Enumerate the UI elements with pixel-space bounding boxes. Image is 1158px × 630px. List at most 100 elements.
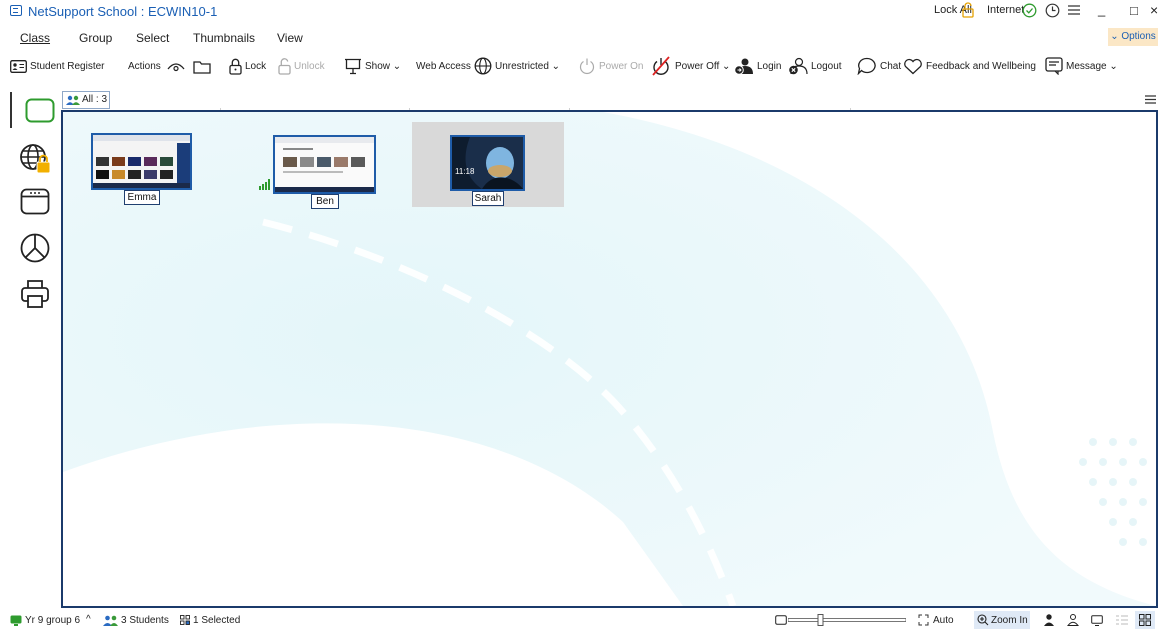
sarah-screen-preview: 11:18 [450, 135, 525, 191]
power-off-icon [652, 56, 670, 76]
workspace-menu-icon[interactable] [1145, 95, 1156, 104]
user-outline-icon[interactable] [1067, 614, 1079, 626]
folder-icon[interactable] [193, 59, 211, 74]
message-button[interactable]: Message ⌄ [1045, 52, 1118, 80]
group-name[interactable]: Yr 9 group 6 [25, 615, 80, 626]
logout-user-icon [789, 57, 808, 75]
lock-icon [229, 58, 242, 75]
close-button[interactable]: × [1150, 2, 1158, 18]
heart-icon [904, 58, 922, 74]
power-on-icon [579, 58, 595, 75]
emma-screen-preview [91, 133, 192, 190]
all-students-tab[interactable]: All : 3 [62, 91, 110, 109]
status-bar: Yr 9 group 6 ^ 3 Students 1 Selected Aut… [0, 610, 1158, 630]
zoom-in-icon [977, 614, 989, 626]
menu-select[interactable]: Select [136, 31, 169, 45]
id-card-icon [10, 59, 27, 73]
show-label: Show ⌄ [365, 60, 402, 72]
login-label: Login [757, 60, 782, 72]
maximize-button[interactable]: □ [1130, 3, 1138, 18]
power-on-label: Power On [599, 60, 644, 72]
globe-icon [474, 57, 492, 75]
unlock-label: Unlock [294, 60, 325, 72]
rail-active-indicator [10, 92, 12, 128]
menu-icon[interactable] [1068, 5, 1080, 15]
monitor-view-icon[interactable] [25, 98, 55, 124]
toolbar: Student Register Actions Lock Unlock Sho… [0, 52, 1158, 128]
classroom-canvas[interactable]: Emma Ben 11:18 Sarah [61, 110, 1158, 608]
group-green-icon [10, 615, 22, 626]
all-students-label: All : 3 [82, 94, 108, 105]
app-icon [10, 5, 22, 16]
students-count-icon [103, 615, 118, 626]
ben-screen-preview [273, 135, 376, 194]
signal-strength-icon [259, 179, 270, 190]
printer-icon[interactable] [20, 279, 50, 309]
student-thumbnail-sarah[interactable]: 11:18 Sarah [412, 122, 564, 207]
small-screen-icon [775, 615, 787, 625]
login-user-icon [734, 58, 753, 75]
minimize-button[interactable]: _ [1098, 2, 1105, 17]
power-on-button[interactable]: Power On [578, 52, 643, 80]
usage-pie-chart-icon[interactable] [19, 232, 51, 264]
selected-count: 1 Selected [193, 615, 241, 626]
chat-bubble-icon [857, 57, 876, 75]
students-count: 3 Students [121, 615, 169, 626]
feedback-wellbeing-button[interactable]: Feedback and Wellbeing [903, 52, 1036, 80]
watch-eye-icon[interactable] [167, 60, 185, 72]
show-button[interactable]: Show ⌄ [344, 52, 401, 80]
presentation-screen-icon [345, 58, 361, 74]
thumbnail-view-button[interactable] [1135, 611, 1155, 629]
logout-label: Logout [811, 60, 842, 72]
student-register-button[interactable]: Student Register [10, 52, 105, 80]
logout-button[interactable]: Logout [788, 52, 842, 80]
chat-label: Chat [880, 60, 902, 72]
message-label: Message ⌄ [1066, 60, 1118, 72]
monitor-small-icon[interactable] [1091, 615, 1103, 626]
students-group-icon [66, 95, 80, 105]
lock-all-icon[interactable] [962, 2, 974, 18]
internet-status-icon[interactable] [1022, 3, 1037, 18]
student-register-label: Student Register [30, 60, 105, 72]
selection-grid-icon [180, 615, 190, 625]
auto-button[interactable]: Auto [933, 615, 954, 626]
applications-window-icon[interactable] [20, 188, 50, 216]
canvas-background [63, 112, 1156, 606]
title-bar: NetSupport School : ECWIN10-1 Lock All I… [0, 0, 1158, 22]
chat-button[interactable]: Chat [857, 52, 901, 80]
internet-label: Internet [987, 4, 1025, 16]
auto-fit-icon [918, 614, 929, 626]
student-name-emma: Emma [124, 190, 160, 205]
web-access-label: Web Access [416, 60, 471, 72]
actions-label: Actions [128, 60, 161, 72]
menu-class[interactable]: Class [20, 31, 50, 45]
menu-group[interactable]: Group [79, 31, 112, 45]
menu-view[interactable]: View [277, 31, 303, 45]
lockscreen-time: 11:18 [455, 167, 475, 176]
user-filled-icon[interactable] [1043, 614, 1055, 626]
web-access-unrestricted-button[interactable]: Unrestricted ⌄ [474, 52, 560, 80]
lockscreen-preview [452, 137, 523, 189]
menu-thumbnails[interactable]: Thumbnails [193, 31, 255, 45]
browser-window-dark-preview [93, 135, 190, 188]
message-icon [1045, 57, 1063, 75]
options-button[interactable]: ⌄ Options [1108, 28, 1158, 46]
unlock-icon [278, 57, 291, 75]
chevron-up-icon[interactable]: ^ [86, 614, 91, 625]
login-button[interactable]: Login [734, 52, 781, 80]
unrestricted-label: Unrestricted ⌄ [495, 60, 561, 72]
power-off-label: Power Off ⌄ [675, 60, 731, 72]
clock-icon[interactable] [1045, 3, 1060, 18]
lock-button[interactable]: Lock [229, 52, 266, 80]
zoom-in-button[interactable]: Zoom In [974, 611, 1030, 629]
browser-window-light-preview [275, 137, 374, 192]
web-restrictions-icon[interactable] [19, 143, 53, 175]
thumbnail-grid-icon [1139, 614, 1151, 626]
power-off-button[interactable]: Power Off ⌄ [650, 52, 730, 80]
unlock-button[interactable]: Unlock [278, 52, 325, 80]
list-view-icon[interactable] [1116, 615, 1128, 625]
window-title: NetSupport School : ECWIN10-1 [28, 4, 218, 19]
lock-label: Lock [245, 60, 267, 72]
student-name-sarah: Sarah [472, 191, 504, 206]
zoom-slider[interactable] [788, 614, 906, 626]
